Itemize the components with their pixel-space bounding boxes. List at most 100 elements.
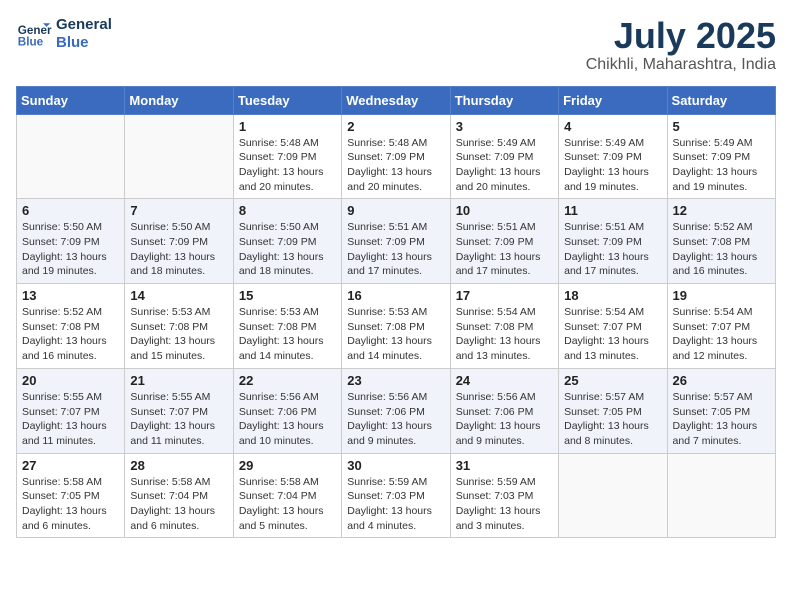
title-block: July 2025 Chikhli, Maharashtra, India [586,16,776,74]
header-friday: Friday [559,86,667,114]
day-number: 22 [239,373,336,388]
header-wednesday: Wednesday [342,86,450,114]
calendar-day: 8Sunrise: 5:50 AM Sunset: 7:09 PM Daylig… [233,199,341,284]
logo: General Blue General Blue [16,16,112,52]
day-info: Sunrise: 5:55 AM Sunset: 7:07 PM Dayligh… [22,390,119,449]
day-number: 26 [673,373,770,388]
calendar-day: 16 Sunrise: 5:53 AM Sunset: 7:08 PM Dayli… [342,284,450,369]
day-number: 25 [564,373,661,388]
day-info: Sunrise: 5:50 AM Sunset: 7:09 PM Dayligh… [130,220,227,279]
day-info: Sunrise: 5:58 AM Sunset: 7:05 PM Dayligh… [22,475,119,534]
day-number: 6 [22,203,119,218]
day-info: Sunrise: 5:54 AM Sunset: 7:07 PM Dayligh… [564,305,661,364]
day-info: Sunrise: 5:52 AM Sunset: 7:08 PM Dayligh… [22,305,119,364]
day-number: 27 [22,458,119,473]
calendar-day: 3 Sunrise: 5:49 AM Sunset: 7:09 PM Daylig… [450,114,558,199]
calendar-day: 6 Sunrise: 5:50 AM Sunset: 7:09 PM Daylig… [17,199,125,284]
calendar-day: 31 Sunrise: 5:59 AM Sunset: 7:03 PM Dayli… [450,453,558,538]
calendar-day: 9Sunrise: 5:51 AM Sunset: 7:09 PM Daylig… [342,199,450,284]
calendar-day: 28 Sunrise: 5:58 AM Sunset: 7:04 PM Dayli… [125,453,233,538]
calendar-week-2: 6 Sunrise: 5:50 AM Sunset: 7:09 PM Daylig… [17,199,776,284]
day-info: Sunrise: 5:54 AM Sunset: 7:08 PM Dayligh… [456,305,553,364]
calendar-day: 30 Sunrise: 5:59 AM Sunset: 7:03 PM Dayli… [342,453,450,538]
calendar-week-4: 20 Sunrise: 5:55 AM Sunset: 7:07 PM Dayli… [17,368,776,453]
day-number: 23 [347,373,444,388]
svg-text:Blue: Blue [18,36,44,49]
day-number: 30 [347,458,444,473]
day-number: 1 [239,119,336,134]
calendar-day: 11 Sunrise: 5:51 AM Sunset: 7:09 PM Dayli… [559,199,667,284]
calendar-day [667,453,775,538]
day-info: Sunrise: 5:56 AM Sunset: 7:06 PM Dayligh… [239,390,336,449]
day-number: 17 [456,288,553,303]
day-info: Sunrise: 5:51 AM Sunset: 7:09 PM Dayligh… [456,220,553,279]
day-number: 12 [673,203,770,218]
calendar-day: 10 Sunrise: 5:51 AM Sunset: 7:09 PM Dayli… [450,199,558,284]
logo-general: General [56,16,112,34]
day-info: Sunrise: 5:56 AM Sunset: 7:06 PM Dayligh… [347,390,444,449]
day-info: Sunrise: 5:53 AM Sunset: 7:08 PM Dayligh… [239,305,336,364]
calendar-day: 2 Sunrise: 5:48 AM Sunset: 7:09 PM Daylig… [342,114,450,199]
day-number: 2 [347,119,444,134]
calendar-day: 13 Sunrise: 5:52 AM Sunset: 7:08 PM Dayli… [17,284,125,369]
day-number: 19 [673,288,770,303]
day-number: 5 [673,119,770,134]
calendar-day: 20 Sunrise: 5:55 AM Sunset: 7:07 PM Dayli… [17,368,125,453]
calendar-week-1: 1 Sunrise: 5:48 AM Sunset: 7:09 PM Daylig… [17,114,776,199]
calendar-week-3: 13 Sunrise: 5:52 AM Sunset: 7:08 PM Dayli… [17,284,776,369]
day-number: 21 [130,373,227,388]
header-monday: Monday [125,86,233,114]
calendar-day: 17 Sunrise: 5:54 AM Sunset: 7:08 PM Dayli… [450,284,558,369]
day-info: Sunrise: 5:49 AM Sunset: 7:09 PM Dayligh… [673,136,770,195]
header-thursday: Thursday [450,86,558,114]
logo-blue: Blue [56,34,112,52]
calendar-table: SundayMondayTuesdayWednesdayThursdayFrid… [16,86,776,539]
day-number: 9 [347,203,444,218]
day-info: Sunrise: 5:58 AM Sunset: 7:04 PM Dayligh… [130,475,227,534]
day-number: 8 [239,203,336,218]
calendar-day: 1 Sunrise: 5:48 AM Sunset: 7:09 PM Daylig… [233,114,341,199]
calendar-day [17,114,125,199]
header-sunday: Sunday [17,86,125,114]
calendar-day: 26Sunrise: 5:57 AM Sunset: 7:05 PM Dayli… [667,368,775,453]
day-info: Sunrise: 5:48 AM Sunset: 7:09 PM Dayligh… [239,136,336,195]
calendar-day: 15Sunrise: 5:53 AM Sunset: 7:08 PM Dayli… [233,284,341,369]
calendar-day: 14Sunrise: 5:53 AM Sunset: 7:08 PM Dayli… [125,284,233,369]
day-number: 3 [456,119,553,134]
day-number: 11 [564,203,661,218]
day-info: Sunrise: 5:54 AM Sunset: 7:07 PM Dayligh… [673,305,770,364]
header-tuesday: Tuesday [233,86,341,114]
header-saturday: Saturday [667,86,775,114]
day-number: 13 [22,288,119,303]
calendar-day: 29Sunrise: 5:58 AM Sunset: 7:04 PM Dayli… [233,453,341,538]
day-number: 31 [456,458,553,473]
calendar-header-row: SundayMondayTuesdayWednesdayThursdayFrid… [17,86,776,114]
day-number: 10 [456,203,553,218]
day-info: Sunrise: 5:48 AM Sunset: 7:09 PM Dayligh… [347,136,444,195]
location-title: Chikhli, Maharashtra, India [586,56,776,74]
calendar-day: 19 Sunrise: 5:54 AM Sunset: 7:07 PM Dayli… [667,284,775,369]
day-info: Sunrise: 5:59 AM Sunset: 7:03 PM Dayligh… [347,475,444,534]
calendar-day [559,453,667,538]
day-number: 20 [22,373,119,388]
day-info: Sunrise: 5:51 AM Sunset: 7:09 PM Dayligh… [564,220,661,279]
day-info: Sunrise: 5:49 AM Sunset: 7:09 PM Dayligh… [564,136,661,195]
calendar-day: 12 Sunrise: 5:52 AM Sunset: 7:08 PM Dayli… [667,199,775,284]
day-number: 18 [564,288,661,303]
day-info: Sunrise: 5:49 AM Sunset: 7:09 PM Dayligh… [456,136,553,195]
calendar-day: 5 Sunrise: 5:49 AM Sunset: 7:09 PM Daylig… [667,114,775,199]
calendar-day: 7Sunrise: 5:50 AM Sunset: 7:09 PM Daylig… [125,199,233,284]
day-number: 16 [347,288,444,303]
day-number: 4 [564,119,661,134]
day-info: Sunrise: 5:52 AM Sunset: 7:08 PM Dayligh… [673,220,770,279]
month-title: July 2025 [586,16,776,56]
page-header: General Blue General Blue July 2025 Chik… [16,16,776,74]
day-info: Sunrise: 5:50 AM Sunset: 7:09 PM Dayligh… [22,220,119,279]
calendar-day: 27 Sunrise: 5:58 AM Sunset: 7:05 PM Dayli… [17,453,125,538]
calendar-day: 4 Sunrise: 5:49 AM Sunset: 7:09 PM Daylig… [559,114,667,199]
day-info: Sunrise: 5:59 AM Sunset: 7:03 PM Dayligh… [456,475,553,534]
day-info: Sunrise: 5:53 AM Sunset: 7:08 PM Dayligh… [347,305,444,364]
day-number: 28 [130,458,227,473]
day-info: Sunrise: 5:53 AM Sunset: 7:08 PM Dayligh… [130,305,227,364]
calendar-day: 25Sunrise: 5:57 AM Sunset: 7:05 PM Dayli… [559,368,667,453]
